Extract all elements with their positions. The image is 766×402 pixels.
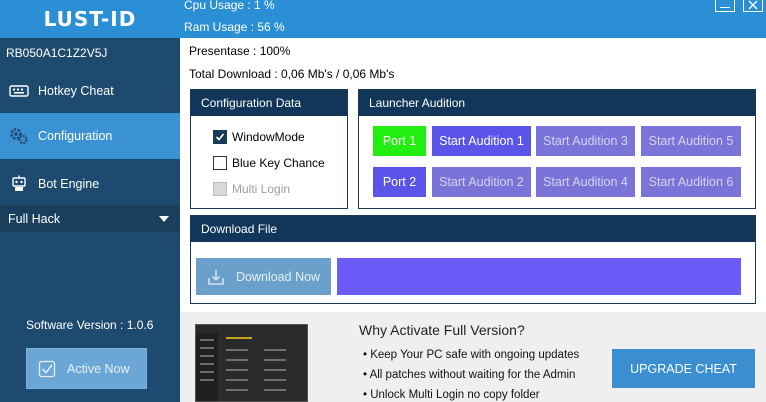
blue-key-chance-checkbox[interactable]: Blue Key Chance — [213, 156, 325, 170]
start-audition-2-button[interactable]: Start Audition 2 — [432, 167, 531, 197]
hack-mode-dropdown[interactable]: Full Hack — [0, 205, 180, 232]
full-version-screenshot — [195, 324, 308, 402]
start-audition-1-button[interactable]: Start Audition 1 — [432, 126, 531, 156]
sidebar-item-configuration[interactable]: Configuration — [0, 113, 180, 159]
sidebar-item-hotkey-cheat[interactable]: Hotkey Cheat — [0, 68, 180, 114]
ram-usage: Ram Usage : 56 % — [184, 20, 285, 34]
multi-login-checkbox: Multi Login — [213, 182, 290, 196]
download-progress-bar — [337, 258, 741, 295]
sidebar: LUST-ID RB050A1C1Z2V5J Hotkey Cheat Conf… — [0, 0, 180, 402]
launcher-panel-title: Launcher Audition — [359, 90, 755, 116]
promo-title: Why Activate Full Version? — [359, 322, 525, 338]
software-version: Software Version : 1.0.6 — [26, 318, 154, 332]
chevron-down-icon — [159, 216, 169, 222]
checkbox-checked-icon — [213, 130, 227, 144]
minimize-icon — [720, 6, 730, 9]
cpu-usage: Cpu Usage : 1 % — [184, 0, 275, 12]
promo-bullet: • Unlock Multi Login no copy folder — [363, 389, 540, 401]
active-now-label: Active Now — [67, 361, 130, 376]
minimize-button[interactable] — [715, 0, 735, 12]
serial-number: RB050A1C1Z2V5J — [6, 46, 108, 60]
dropdown-value: Full Hack — [8, 211, 61, 226]
port-1-button[interactable]: Port 1 — [373, 126, 426, 156]
sidebar-item-label: Hotkey Cheat — [38, 84, 114, 98]
gears-icon — [0, 127, 38, 145]
promo-bullet: • Keep Your PC safe with ongoing updates — [363, 349, 580, 361]
upgrade-cheat-button[interactable]: UPGRADE CHEAT — [612, 349, 755, 388]
keyboard-icon — [0, 84, 38, 98]
checkbox-disabled-icon — [213, 182, 227, 196]
status-bar: Cpu Usage : 1 % Ram Usage : 56 % — [180, 0, 766, 38]
download-now-button[interactable]: Download Now — [196, 258, 331, 295]
start-audition-4-button[interactable]: Start Audition 4 — [536, 167, 635, 197]
start-audition-3-button[interactable]: Start Audition 3 — [536, 126, 635, 156]
close-icon — [748, 0, 758, 13]
download-icon — [196, 268, 236, 286]
port-2-button[interactable]: Port 2 — [373, 167, 426, 197]
app-title: LUST-ID — [0, 0, 180, 38]
robot-icon — [0, 175, 38, 193]
sidebar-item-label: Configuration — [38, 129, 113, 143]
total-download-label: Total Download : 0,06 Mb's / 0,06 Mb's — [189, 67, 395, 81]
sidebar-item-label: Bot Engine — [38, 177, 100, 191]
checkbox-label: Multi Login — [232, 182, 291, 196]
checkbox-label: Blue Key Chance — [232, 156, 325, 170]
sidebar-item-bot-engine[interactable]: Bot Engine — [0, 161, 180, 207]
start-audition-6-button[interactable]: Start Audition 6 — [641, 167, 741, 197]
start-audition-5-button[interactable]: Start Audition 5 — [641, 126, 741, 156]
promo-bullet: • All patches without waiting for the Ad… — [363, 369, 576, 381]
download-panel-title: Download File — [191, 216, 755, 242]
window-mode-checkbox[interactable]: WindowMode — [213, 130, 305, 144]
launcher-panel: Launcher Audition Port 1 Port 2 Start Au… — [358, 89, 756, 209]
download-panel: Download File Download Now — [190, 215, 756, 304]
close-button[interactable] — [743, 0, 763, 12]
active-now-button[interactable]: Active Now — [26, 348, 147, 389]
presentase-label: Presentase : 100% — [189, 44, 291, 58]
download-now-label: Download Now — [236, 269, 321, 284]
checkbox-label: WindowMode — [232, 130, 305, 144]
checkbox-icon — [27, 360, 67, 378]
configuration-panel-title: Configuration Data — [191, 90, 347, 116]
upgrade-promo: Why Activate Full Version? • Keep Your P… — [180, 312, 766, 402]
configuration-panel: Configuration Data WindowMode Blue Key C… — [190, 89, 348, 209]
checkbox-empty-icon — [213, 156, 227, 170]
